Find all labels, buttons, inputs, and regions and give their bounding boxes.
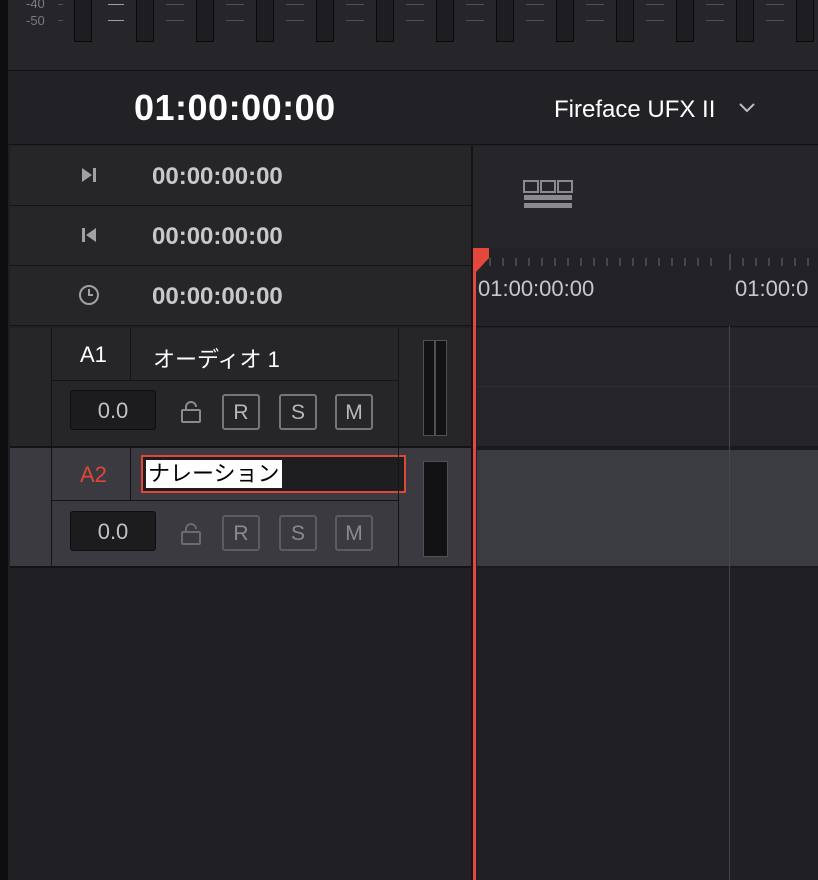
timeline-ruler[interactable]: 01:00:00:00 01:00:0 [473,248,818,327]
meter-tick [286,20,304,21]
ruler-label: 01:00:0 [735,276,809,301]
meter-tick [166,4,184,5]
main-timecode[interactable]: 01:00:00:00 [134,87,336,129]
track-handle [19,328,52,446]
mark-in-timecode[interactable]: 00:00:00:00 [152,223,283,251]
lock-icon[interactable] [179,522,203,546]
row-divider [52,500,398,501]
track-name[interactable]: オーディオ 1 [153,342,280,374]
track-meter [423,461,448,557]
lane-separator [477,566,818,568]
track-lane-a1[interactable] [477,328,818,446]
meter-tick [58,20,63,21]
window-edge [0,0,8,880]
record-arm-button[interactable]: R [222,394,260,430]
meter-tick [286,4,304,5]
duration-timecode[interactable]: 00:00:00:00 [152,283,283,311]
track-header-a2[interactable]: A2 ナレーション 0.0 R S M [10,448,471,566]
mark-out-timecode[interactable]: 00:00:00:00 [152,163,283,191]
playhead-line[interactable] [473,248,476,880]
mute-button[interactable]: M [335,515,373,551]
meter-tick [526,20,544,21]
track-volume[interactable]: 0.0 [70,390,156,430]
mute-button[interactable]: M [335,394,373,430]
meter-tick [646,20,664,21]
meter-channel [436,0,454,42]
meter-channel [676,0,694,42]
track-separator [10,566,471,568]
column-divider [398,328,399,446]
meter-channel [796,0,814,42]
meter-tick [586,20,604,21]
column-divider [398,448,399,566]
solo-button[interactable]: S [279,515,317,551]
lane-divider [477,386,818,387]
track-volume[interactable]: 0.0 [70,511,156,551]
meter-tick [766,4,784,5]
mark-timecode-panel: 00:00:00:00 00:00:00:00 00:00:00:00 [10,146,471,326]
meter-tick [586,4,604,5]
meter-channel [136,0,154,42]
ruler-label: 01:00:00:00 [478,276,595,301]
meter-tick [108,20,124,21]
meter-tick [466,4,484,5]
mark-in-row: 00:00:00:00 [10,206,471,266]
meter-channel [496,0,514,42]
meter-tick [526,4,544,5]
track-header-a1[interactable]: A1 オーディオ 1 0.0 R S M [10,328,471,446]
chevron-down-icon[interactable] [738,101,756,115]
meter-channel [376,0,394,42]
transport-bar: 01:00:00:00 Fireface UFX II [8,71,818,145]
lock-icon[interactable] [179,400,203,424]
skip-to-end-icon[interactable] [78,164,100,186]
meter-tick [58,4,63,5]
meter-tick [346,4,364,5]
track-name-selection[interactable]: ナレーション [146,460,282,488]
timeline-layout-icon[interactable] [523,180,575,210]
meter-channel [196,0,214,42]
playhead-handle[interactable] [473,248,489,274]
track-handle [19,448,52,566]
meter-tick [226,4,244,5]
meter-channel [616,0,634,42]
meter-tick [706,4,724,5]
output-device-label[interactable]: Fireface UFX II [554,96,715,124]
timeline-header [473,146,818,248]
record-arm-button[interactable]: R [222,515,260,551]
meter-tick [406,4,424,5]
skip-to-start-icon[interactable] [78,224,100,246]
meter-tick [766,20,784,21]
solo-button[interactable]: S [279,394,317,430]
meter-tick [406,20,424,21]
meter-tick [706,20,724,21]
duration-row: 00:00:00:00 [10,266,471,326]
meter-tick [346,20,364,21]
track-meter-right [435,340,447,436]
meter-tick [108,4,124,5]
db-label: -50 [26,13,45,28]
meter-tick [466,20,484,21]
meter-tick [226,20,244,21]
ruler-ticks [476,254,809,270]
meter-channel [556,0,574,42]
meter-tick [166,20,184,21]
meter-channel [736,0,754,42]
row-divider [52,380,398,381]
meter-channel [74,0,92,42]
meter-channel [316,0,334,42]
track-lane-a2[interactable] [477,450,818,566]
meter-channel [256,0,274,42]
audio-meter-strip: -40 -50 [8,0,818,71]
mark-out-row: 00:00:00:00 [10,146,471,206]
db-label: -40 [26,0,45,11]
track-id-label: A1 [80,342,107,367]
track-name-input[interactable]: ナレーション [141,455,406,493]
timeline-marker-line [729,326,730,880]
track-meter-left [423,340,435,436]
meter-tick [646,4,664,5]
clock-icon [79,285,99,305]
track-id-label: A2 [80,462,107,487]
